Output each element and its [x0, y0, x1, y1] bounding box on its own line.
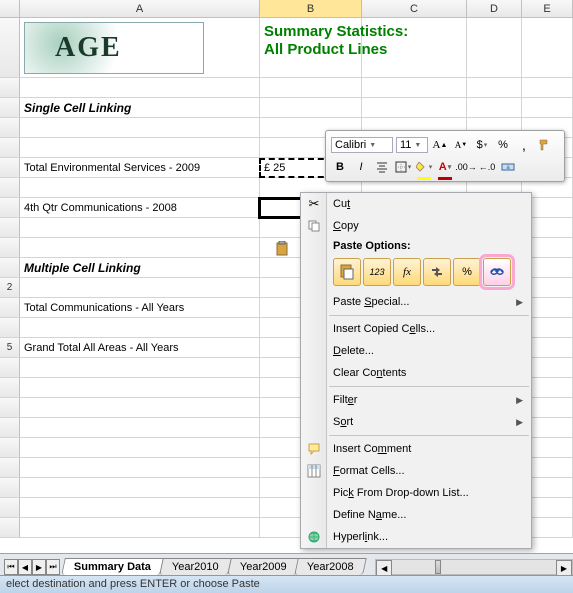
- menu-insert-comment[interactable]: Insert Comment: [301, 438, 531, 460]
- menu-format-cells[interactable]: Format Cells...: [301, 460, 531, 482]
- submenu-arrow-icon: ▶: [516, 417, 523, 428]
- tab-nav-first[interactable]: ⏮: [4, 559, 18, 575]
- fill-color-icon[interactable]: ▾: [415, 158, 433, 176]
- font-size-select[interactable]: 11▼: [396, 137, 428, 153]
- sheet-tab-2008[interactable]: Year2008: [295, 558, 367, 575]
- paste-transpose-button[interactable]: [423, 258, 451, 286]
- center-align-icon[interactable]: [373, 158, 391, 176]
- copy-icon: [305, 217, 323, 235]
- borders-icon[interactable]: ▾: [394, 158, 412, 176]
- paste-options-row: 123 fx %: [301, 255, 531, 291]
- shrink-font-icon[interactable]: A▼: [452, 136, 470, 154]
- row-header[interactable]: 5: [0, 338, 20, 357]
- menu-clear-contents[interactable]: Clear Contents: [301, 362, 531, 384]
- percent-format-icon[interactable]: %: [494, 136, 512, 154]
- font-family-select[interactable]: Calibri▼: [331, 137, 393, 153]
- context-menu: ✂ Cut Copy Paste Options: 123 fx % Paste…: [300, 192, 532, 549]
- format-painter-icon[interactable]: [536, 136, 554, 154]
- tab-nav-prev[interactable]: ◀: [18, 559, 32, 575]
- section-multiple-cell: Multiple Cell Linking: [20, 258, 260, 277]
- menu-insert-copied[interactable]: Insert Copied Cells...: [301, 318, 531, 340]
- scroll-thumb[interactable]: [435, 560, 441, 574]
- col-header-d[interactable]: D: [467, 0, 522, 17]
- menu-sort[interactable]: Sort▶: [301, 411, 531, 433]
- menu-copy[interactable]: Copy: [301, 215, 531, 237]
- title-line1: Summary Statistics:: [264, 24, 357, 40]
- clipboard-icon: [273, 240, 291, 258]
- sheet-tab-2009[interactable]: Year2009: [227, 558, 299, 575]
- menu-pick-list[interactable]: Pick From Drop-down List...: [301, 482, 531, 504]
- horizontal-scrollbar[interactable]: ◀ ▶: [375, 559, 573, 575]
- font-color-icon[interactable]: A▾: [436, 158, 454, 176]
- col-header-b[interactable]: B: [260, 0, 362, 17]
- paste-formulas-button[interactable]: fx: [393, 258, 421, 286]
- age-logo: AGE: [24, 22, 204, 74]
- sheet-tab-summary[interactable]: Summary Data: [61, 558, 164, 575]
- sheet-tab-2010[interactable]: Year2010: [159, 558, 231, 575]
- tab-nav-next[interactable]: ▶: [32, 559, 46, 575]
- menu-define-name[interactable]: Define Name...: [301, 504, 531, 526]
- logo-text: AGE: [55, 40, 122, 56]
- paste-all-button[interactable]: [333, 258, 361, 286]
- paste-link-button[interactable]: [483, 258, 511, 286]
- select-all-corner[interactable]: [0, 0, 20, 17]
- submenu-arrow-icon: ▶: [516, 297, 523, 308]
- merge-center-icon[interactable]: a: [499, 158, 517, 176]
- accounting-format-icon[interactable]: $▾: [473, 136, 491, 154]
- menu-paste-special[interactable]: Paste Special... ▶: [301, 291, 531, 313]
- col-header-e[interactable]: E: [522, 0, 573, 17]
- menu-delete[interactable]: Delete...: [301, 340, 531, 362]
- cell-a15[interactable]: Grand Total All Areas - All Years: [20, 338, 260, 357]
- grow-font-icon[interactable]: A▲: [431, 136, 449, 154]
- submenu-arrow-icon: ▶: [516, 395, 523, 406]
- paste-values-button[interactable]: 123: [363, 258, 391, 286]
- bold-button[interactable]: B: [331, 158, 349, 176]
- comment-icon: [305, 440, 323, 458]
- section-single-cell: Single Cell Linking: [20, 98, 260, 117]
- increase-decimal-icon[interactable]: .00→: [457, 158, 475, 176]
- cell-a13[interactable]: Total Communications - All Years: [20, 298, 260, 317]
- row-header[interactable]: 2: [0, 278, 20, 297]
- col-header-c[interactable]: C: [362, 0, 467, 17]
- menu-hyperlink[interactable]: Hyperlink...: [301, 526, 531, 548]
- column-headers: A B C D E: [0, 0, 573, 18]
- scissors-icon: ✂: [305, 195, 323, 213]
- comma-format-icon[interactable]: ,: [515, 136, 533, 154]
- italic-button[interactable]: I: [352, 158, 370, 176]
- format-cells-icon: [305, 462, 323, 480]
- menu-cut[interactable]: ✂ Cut: [301, 193, 531, 215]
- mini-toolbar: Calibri▼ 11▼ A▲ A▼ $▾ % , B I ▾ ▾ A▾ .00…: [325, 130, 565, 182]
- title-line2: All Product Lines: [264, 42, 357, 58]
- status-bar: elect destination and press ENTER or cho…: [0, 575, 573, 593]
- cell-a8[interactable]: 4th Qtr Communications - 2008: [20, 198, 260, 217]
- paste-formatting-button[interactable]: %: [453, 258, 481, 286]
- decrease-decimal-icon[interactable]: ←.0: [478, 158, 496, 176]
- col-header-a[interactable]: A: [20, 0, 260, 17]
- paste-options-label: Paste Options:: [301, 237, 531, 255]
- cell-a6[interactable]: Total Environmental Services - 2009: [20, 158, 260, 177]
- sheet-tab-bar: ⏮ ◀ ▶ ⏭ Summary Data Year2010 Year2009 Y…: [0, 553, 573, 575]
- hyperlink-icon: [305, 528, 323, 546]
- tab-nav-last[interactable]: ⏭: [46, 559, 60, 575]
- menu-filter[interactable]: Filter▶: [301, 389, 531, 411]
- status-text: elect destination and press ENTER or cho…: [6, 578, 260, 590]
